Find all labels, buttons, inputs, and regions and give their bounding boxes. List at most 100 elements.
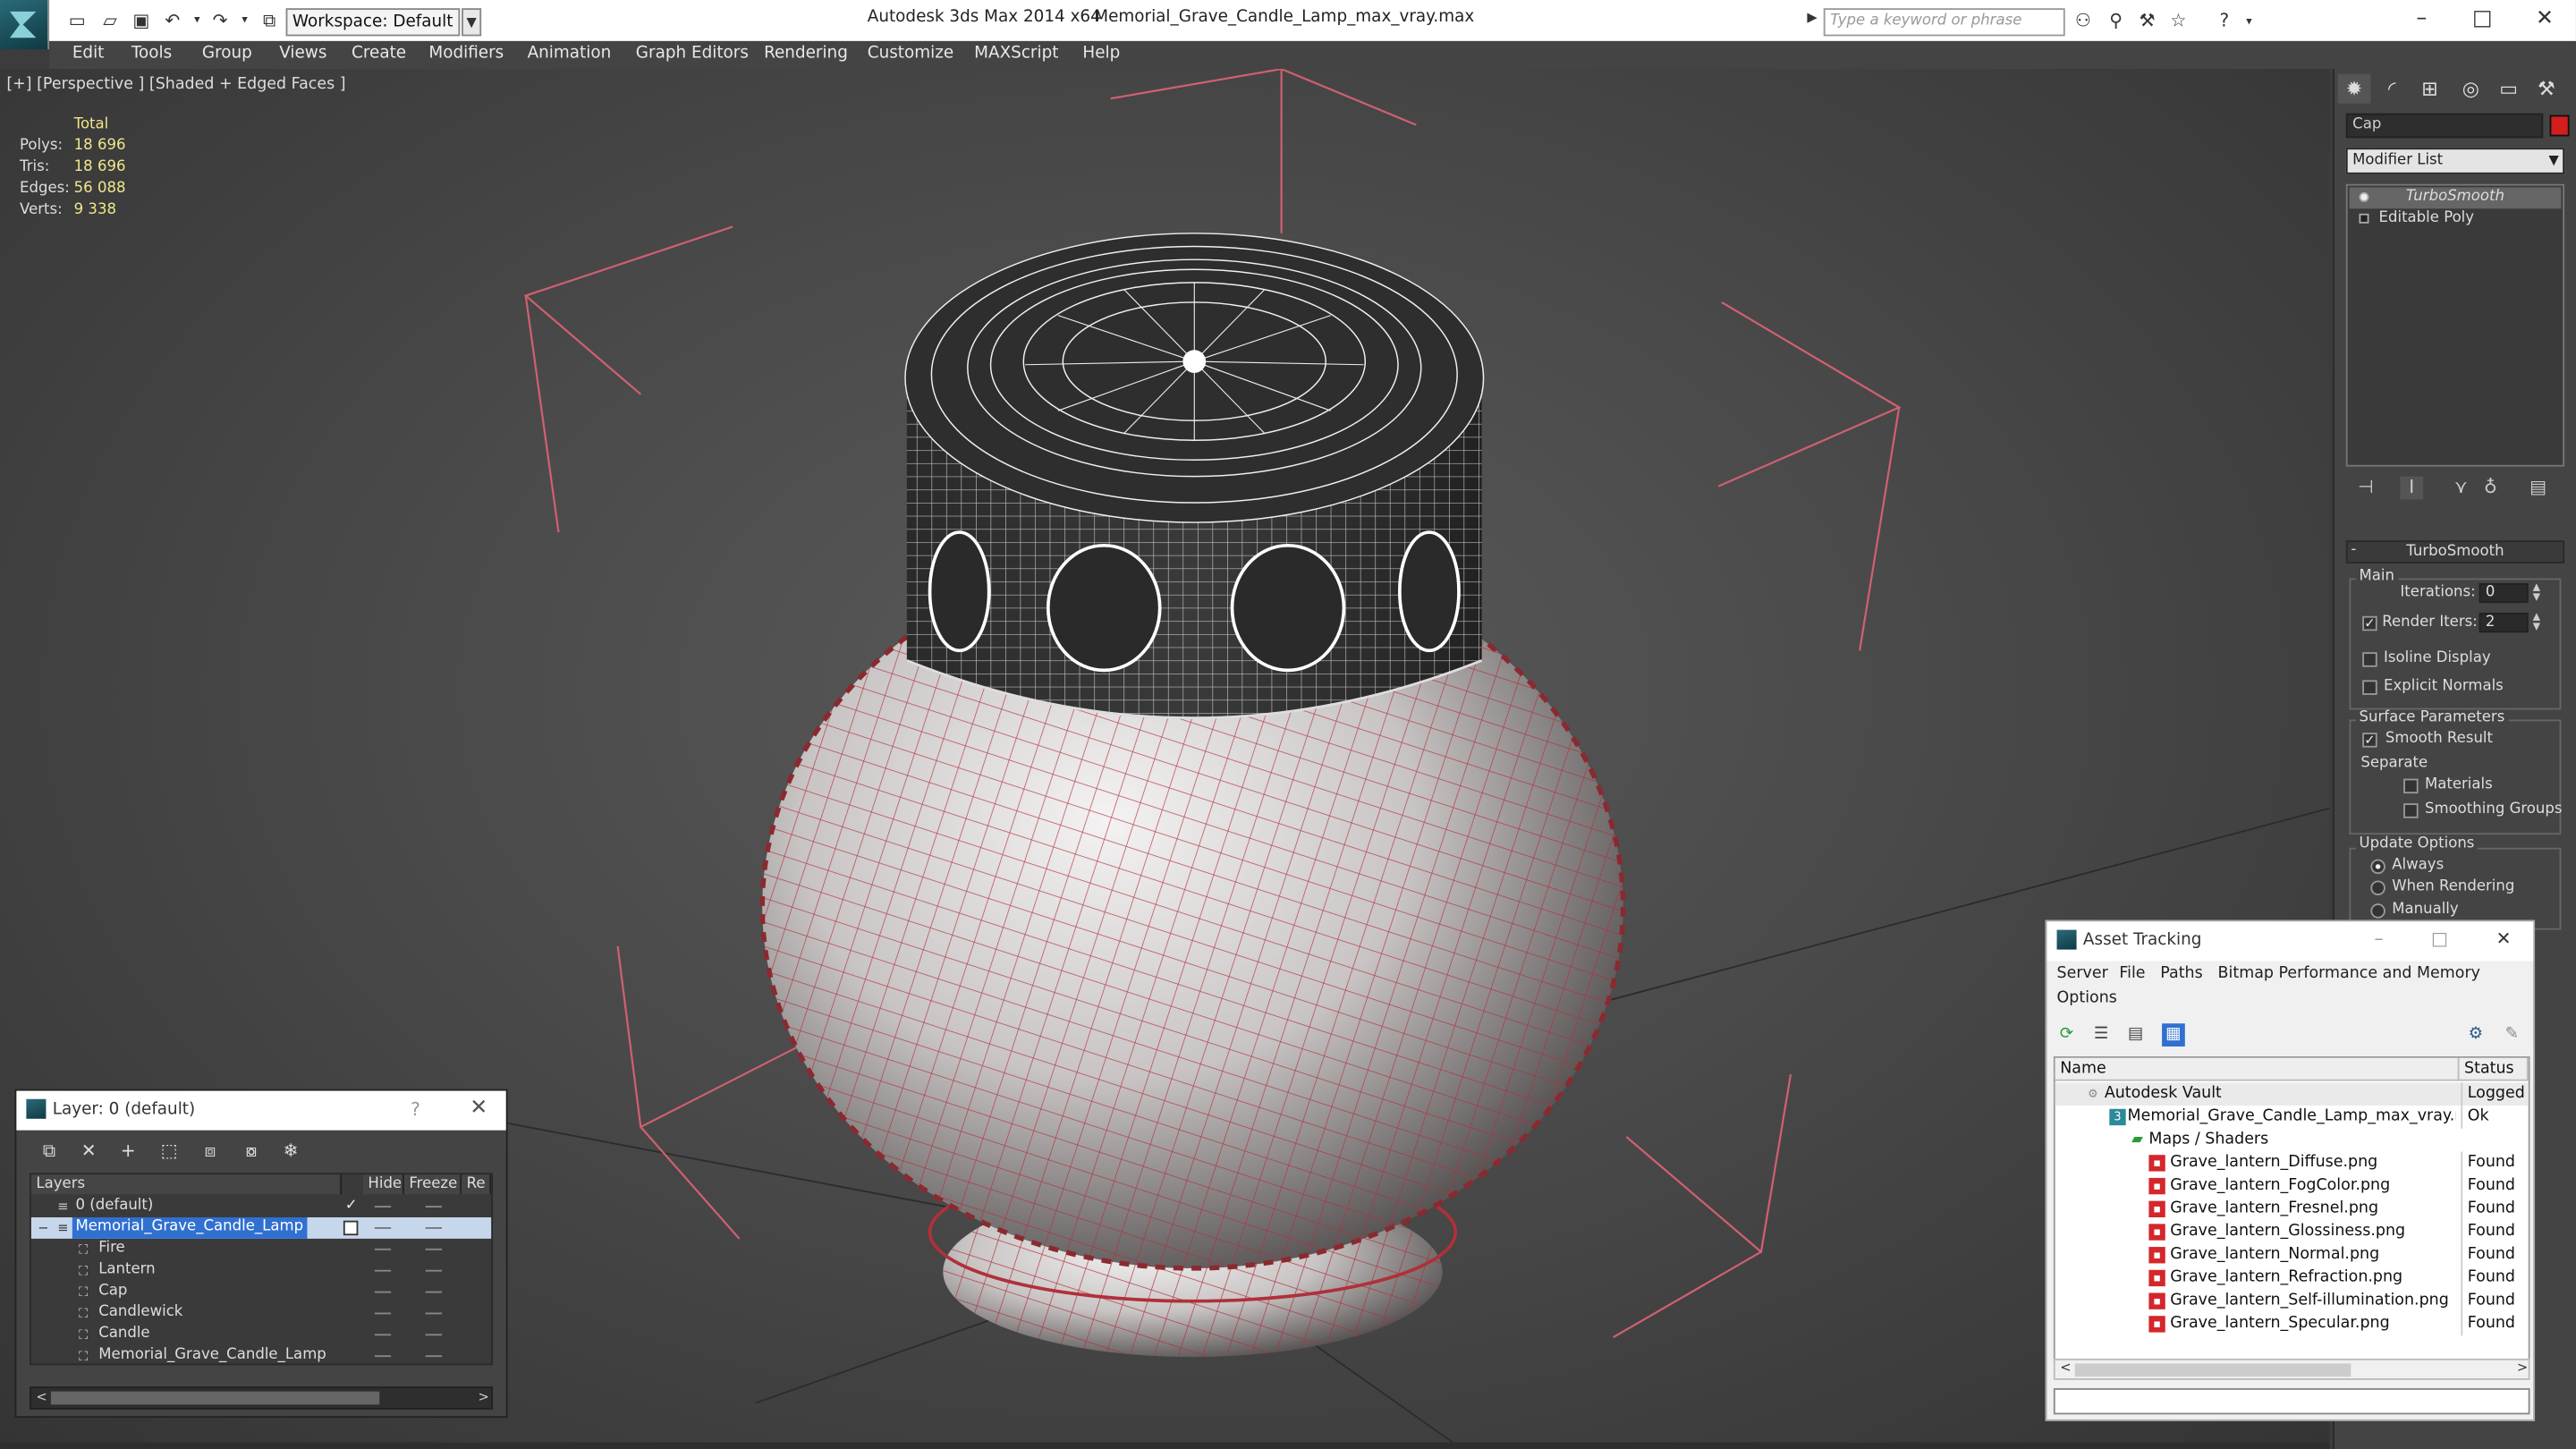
search-expand-icon[interactable]: ▶ <box>1807 10 1823 33</box>
hide-toggle[interactable] <box>374 1269 392 1272</box>
communication-icon[interactable]: ⚒ <box>2134 10 2160 33</box>
vault-settings-icon[interactable]: ✎ <box>2500 1023 2523 1046</box>
hide-toggle[interactable] <box>374 1206 392 1208</box>
always-radio[interactable] <box>2370 859 2385 875</box>
asset-row-map[interactable]: ▪ Grave_lantern_Fresnel.png Found <box>2055 1197 2529 1221</box>
help-dropdown-icon[interactable]: ▾ <box>2236 10 2262 33</box>
object-row[interactable]: ⛶ Candle <box>31 1324 491 1345</box>
menu-group[interactable]: Group <box>202 45 252 63</box>
minimize-icon[interactable]: – <box>2397 5 2446 35</box>
scroll-right-icon[interactable]: > <box>478 1390 488 1405</box>
scroll-right-icon[interactable]: > <box>2517 1360 2528 1376</box>
menu-graph-editors[interactable]: Graph Editors <box>636 45 749 63</box>
object-name-input[interactable]: Cap <box>2345 113 2544 139</box>
asset-horizontal-scrollbar[interactable]: < > <box>2053 1358 2530 1380</box>
workspace-select[interactable]: Workspace: Default <box>285 8 461 37</box>
hide-all-icon[interactable]: ⧇ <box>238 1139 264 1164</box>
modifier-list-dropdown-icon[interactable]: ▼ <box>2545 149 2563 173</box>
asset-row-map[interactable]: ▪ Grave_lantern_Glossiness.png Found <box>2055 1220 2529 1244</box>
explicit-normals-checkbox[interactable] <box>2362 680 2377 695</box>
column-header-render[interactable]: Re <box>462 1174 492 1195</box>
app-logo-icon[interactable] <box>0 0 50 50</box>
save-file-icon[interactable]: ▣ <box>130 10 153 31</box>
modifier-list-select[interactable]: Modifier List <box>2345 148 2565 174</box>
project-folder-icon[interactable]: ⧉ <box>258 10 281 31</box>
asset-row-map[interactable]: ▪ Grave_lantern_Specular.png Found <box>2055 1312 2529 1336</box>
modify-tab-icon[interactable]: ◜ <box>2376 74 2409 104</box>
menu-help[interactable]: Help <box>1082 45 1120 63</box>
display-tab-icon[interactable]: ▭ <box>2492 74 2525 104</box>
select-objects-icon[interactable]: ⬚ <box>156 1139 182 1164</box>
motion-tab-icon[interactable]: ◎ <box>2454 74 2487 104</box>
undo-icon[interactable]: ↶ <box>161 10 184 31</box>
freeze-toggle[interactable] <box>425 1206 443 1208</box>
object-color-swatch[interactable] <box>2549 114 2570 137</box>
collapse-icon[interactable]: - <box>2351 542 2356 558</box>
menu-server[interactable]: Server <box>2057 964 2108 982</box>
menu-tools[interactable]: Tools <box>131 45 172 63</box>
help-icon[interactable]: ? <box>411 1099 420 1121</box>
expand-icon[interactable] <box>2359 213 2369 224</box>
smoothing-groups-checkbox[interactable] <box>2403 803 2419 818</box>
hierarchy-tab-icon[interactable]: ⊞ <box>2413 74 2446 104</box>
object-row[interactable]: ⛶ Lantern <box>31 1260 491 1282</box>
asset-row-map[interactable]: ▪ Grave_lantern_FogColor.png Found <box>2055 1174 2529 1198</box>
menu-edit[interactable]: Edit <box>72 45 105 63</box>
stack-item-turbosmooth[interactable]: TurboSmooth <box>2349 187 2562 209</box>
search-input[interactable]: Type a keyword or phrase <box>1823 8 2065 37</box>
remove-modifier-icon[interactable]: ♁ <box>2479 477 2503 500</box>
menu-rendering[interactable]: Rendering <box>764 45 848 63</box>
menu-maxscript[interactable]: MAXScript <box>974 45 1058 63</box>
object-row[interactable]: ⛶ Fire <box>31 1239 491 1260</box>
configure-modifier-sets-icon[interactable]: ▤ <box>2527 477 2550 500</box>
open-file-icon[interactable]: ▱ <box>98 10 122 31</box>
make-active-checkbox[interactable] <box>343 1220 359 1236</box>
object-row[interactable]: ⛶ Candlewick <box>31 1303 491 1325</box>
spinner-arrows-icon[interactable]: ▲ ▼ <box>2530 612 2544 632</box>
delete-layer-icon[interactable]: ✕ <box>75 1139 101 1164</box>
viewport-label[interactable]: [+] [Perspective ] [Shaded + Edged Faces… <box>6 75 345 93</box>
close-icon[interactable]: ✕ <box>2520 5 2569 35</box>
render-iters-checkbox[interactable]: ✓ <box>2362 615 2377 631</box>
favorites-star-icon[interactable]: ☆ <box>2165 10 2191 33</box>
undo-dropdown-icon[interactable]: ▾ <box>186 10 209 31</box>
highlight-layer-icon[interactable]: ⧈ <box>197 1139 223 1164</box>
object-row[interactable]: ⛶ Memorial_Grave_Candle_Lamp <box>31 1345 491 1367</box>
menu-customize[interactable]: Customize <box>868 45 953 63</box>
layer-row-selected[interactable]: − ≡ Memorial_Grave_Candle_Lamp <box>30 1216 492 1239</box>
asset-row-vault[interactable]: ⚙ Autodesk Vault Logged O <box>2055 1082 2529 1106</box>
close-icon[interactable]: ✕ <box>470 1096 487 1121</box>
vault-help-icon[interactable]: ⚙ <box>2464 1023 2487 1046</box>
spinner-arrows-icon[interactable]: ▲ ▼ <box>2530 582 2544 603</box>
detail-view-icon[interactable]: ▤ <box>2124 1023 2148 1046</box>
help-icon[interactable]: ? <box>2211 10 2237 33</box>
workspace-dropdown-icon[interactable]: ▼ <box>462 8 482 37</box>
hide-toggle[interactable] <box>374 1248 392 1250</box>
menu-options[interactable]: Options <box>2057 989 2117 1007</box>
hide-toggle[interactable] <box>374 1227 392 1229</box>
manually-radio[interactable] <box>2370 903 2385 919</box>
maximize-icon[interactable]: □ <box>2423 927 2456 953</box>
add-to-layer-icon[interactable]: + <box>115 1139 141 1164</box>
pin-stack-icon[interactable]: ⊣ <box>2354 477 2377 500</box>
column-header-status[interactable]: Status <box>2459 1057 2529 1081</box>
menu-create[interactable]: Create <box>352 45 406 63</box>
menu-views[interactable]: Views <box>279 45 326 63</box>
redo-dropdown-icon[interactable]: ▾ <box>233 10 257 31</box>
column-header-layers[interactable]: Layers <box>30 1174 343 1195</box>
collapse-icon[interactable]: − <box>38 1221 51 1236</box>
freeze-all-icon[interactable]: ❄ <box>277 1139 303 1164</box>
list-view-icon[interactable]: ☰ <box>2089 1023 2113 1046</box>
table-view-icon[interactable]: ▦ <box>2162 1023 2185 1046</box>
make-unique-icon[interactable]: ⋎ <box>2450 477 2473 500</box>
asset-row-map[interactable]: ▪ Grave_lantern_Normal.png Found <box>2055 1243 2529 1267</box>
asset-row-maps[interactable]: ▰ Maps / Shaders <box>2055 1129 2529 1152</box>
asset-row-map[interactable]: ▪ Grave_lantern_Self-illumination.png Fo… <box>2055 1289 2529 1313</box>
menu-animation[interactable]: Animation <box>528 45 612 63</box>
hide-toggle[interactable] <box>374 1312 392 1315</box>
create-tab-icon[interactable]: ✹ <box>2337 73 2371 104</box>
render-iters-spinner[interactable]: 2 <box>2479 613 2529 633</box>
binoculars-icon[interactable]: ⚇ <box>2070 10 2096 33</box>
when-rendering-radio[interactable] <box>2370 880 2385 896</box>
layer-horizontal-scrollbar[interactable]: < > <box>30 1386 494 1410</box>
